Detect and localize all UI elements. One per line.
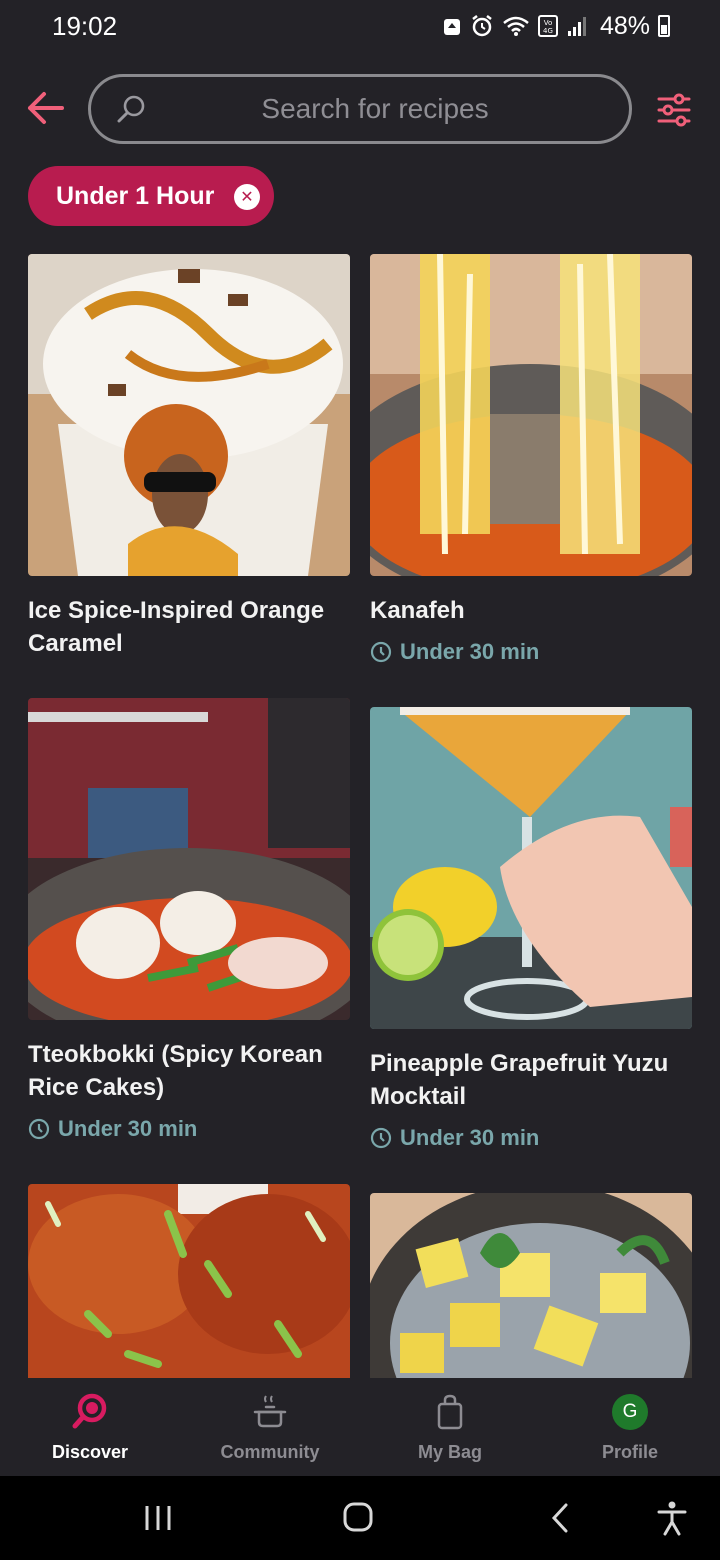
home-icon[interactable] xyxy=(338,1500,378,1536)
clock-icon xyxy=(28,1118,50,1140)
recipe-image[interactable] xyxy=(370,254,692,576)
accessibility-icon[interactable] xyxy=(652,1500,692,1536)
svg-text:4G: 4G xyxy=(543,27,553,35)
recipe-image[interactable] xyxy=(370,1193,692,1378)
recipe-time-label: Under 30 min xyxy=(400,639,540,664)
nav-profile[interactable]: G Profile xyxy=(540,1378,720,1476)
battery-icon xyxy=(658,15,670,37)
recipe-card[interactable]: Kanafeh Under 30 min xyxy=(370,254,692,665)
alarm-icon xyxy=(472,15,492,37)
recipe-image[interactable] xyxy=(28,254,350,576)
recipe-title: Kanafeh xyxy=(370,597,465,624)
arrow-left-icon[interactable] xyxy=(24,86,66,130)
recipe-time: Under 30 min xyxy=(370,639,692,665)
clock-icon xyxy=(370,641,392,663)
nav-community[interactable]: Community xyxy=(180,1378,360,1476)
nav-label: Profile xyxy=(601,1442,658,1462)
bag-icon xyxy=(430,1392,470,1432)
avatar-container: G xyxy=(610,1392,650,1432)
recipe-image[interactable] xyxy=(370,707,692,1029)
clock-icon xyxy=(370,1127,392,1149)
close-icon[interactable]: ✕ xyxy=(234,184,260,210)
system-navigation-bar xyxy=(0,1476,720,1560)
search-icon xyxy=(117,95,145,123)
back-icon[interactable] xyxy=(540,1500,580,1536)
recipe-image[interactable] xyxy=(28,698,350,1020)
nav-label: Community xyxy=(220,1442,320,1462)
sliders-icon[interactable] xyxy=(656,92,692,128)
recents-icon[interactable] xyxy=(138,1500,178,1536)
bottom-navigation: Discover Community My Bag G Profile xyxy=(0,1378,720,1476)
search-bar[interactable] xyxy=(88,74,632,144)
recipe-time-label: Under 30 min xyxy=(400,1125,540,1150)
recipe-title: Ice Spice-Inspired Orange Caramel xyxy=(28,597,325,657)
recipe-image[interactable] xyxy=(28,1184,350,1378)
search-icon xyxy=(70,1392,110,1432)
header xyxy=(0,72,720,146)
recipe-card[interactable]: Ice Spice-Inspired Orange Caramel xyxy=(28,254,350,660)
filter-chip-label: Under 1 Hour xyxy=(56,181,215,210)
wifi-icon xyxy=(503,16,529,36)
recycle-icon xyxy=(443,19,460,35)
search-input[interactable] xyxy=(151,87,599,131)
nav-my-bag[interactable]: My Bag xyxy=(360,1378,540,1476)
recipe-title: Pineapple Grapefruit Yuzu Mocktail xyxy=(370,1050,669,1110)
nav-discover[interactable]: Discover xyxy=(0,1378,180,1476)
signal-icon xyxy=(567,17,586,36)
recipe-title: Tteokbokki (Spicy Korean Rice Cakes) xyxy=(28,1041,323,1101)
pot-icon xyxy=(250,1392,290,1432)
nav-label: My Bag xyxy=(417,1442,482,1462)
recipe-card[interactable]: Tteokbokki (Spicy Korean Rice Cakes) Und… xyxy=(28,698,350,1142)
recipe-card[interactable]: Pineapple Grapefruit Yuzu Mocktail Under… xyxy=(370,707,692,1151)
recipe-time-label: Under 30 min xyxy=(58,1116,198,1141)
recipe-time: Under 30 min xyxy=(28,1116,350,1142)
recipe-card[interactable] xyxy=(370,1193,692,1378)
status-time: 19:02 xyxy=(52,10,118,41)
nav-label: Discover xyxy=(51,1442,129,1462)
recipe-card[interactable] xyxy=(28,1184,350,1378)
filter-chip-under-1-hour[interactable]: Under 1 Hour ✕ xyxy=(28,166,274,226)
status-bar: 19:02 Vo 4G 48% xyxy=(0,0,720,52)
status-icons: Vo 4G 48% xyxy=(442,12,670,41)
battery-percent: 48% xyxy=(599,11,650,40)
svg-text:Vo: Vo xyxy=(544,19,553,27)
recipe-time: Under 30 min xyxy=(370,1125,692,1151)
avatar: G xyxy=(612,1394,648,1430)
volte-icon: Vo4G xyxy=(537,15,558,37)
